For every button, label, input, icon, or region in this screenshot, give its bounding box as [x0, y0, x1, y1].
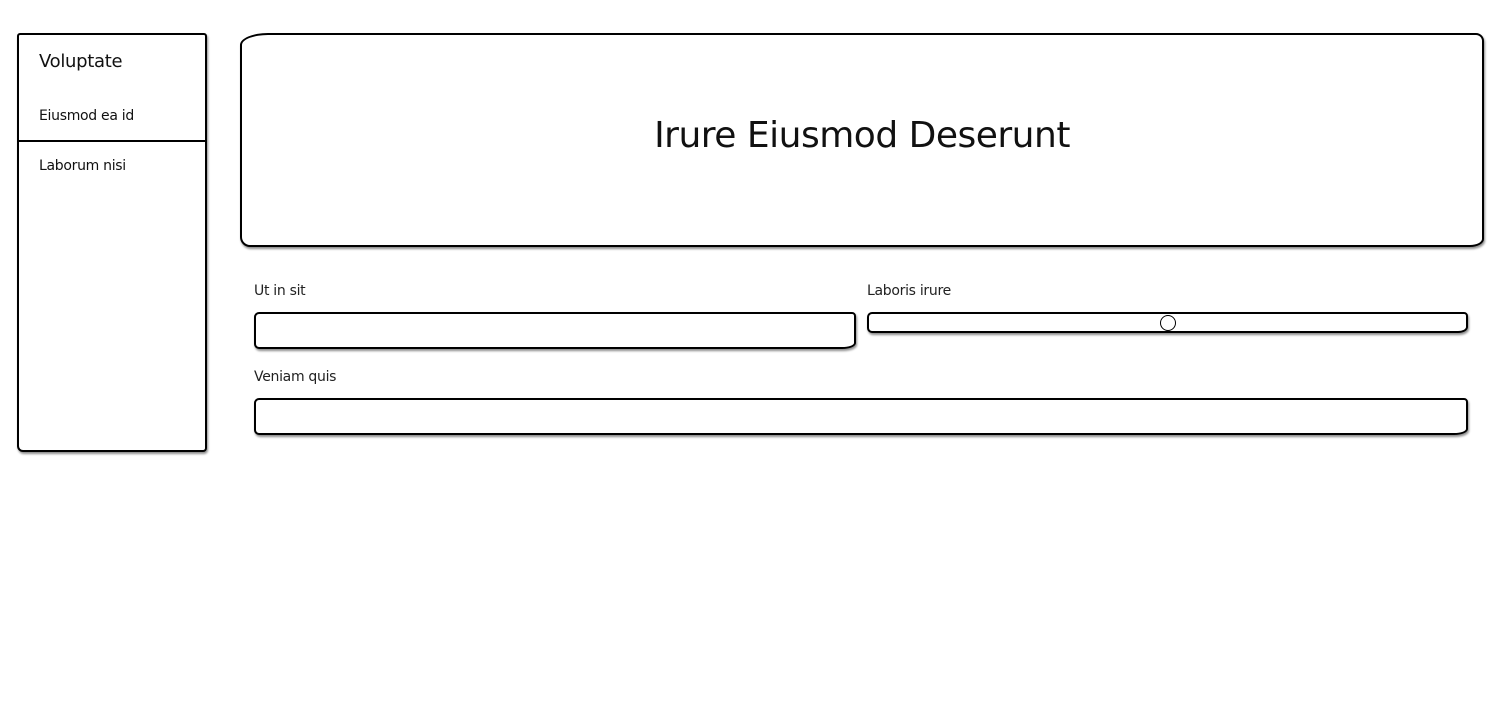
- sidebar-divider: [19, 140, 205, 142]
- sidebar-title: Voluptate: [39, 51, 123, 72]
- sidebar: Voluptate Eiusmod ea id Laborum nisi: [17, 33, 207, 452]
- field-label-ut-in-sit: Ut in sit: [254, 283, 306, 299]
- field-label-veniam-quis: Veniam quis: [254, 369, 337, 385]
- veniam-quis-input[interactable]: [254, 398, 1468, 435]
- ut-in-sit-input[interactable]: [254, 312, 856, 349]
- header-card: Irure Eiusmod Deserunt: [240, 33, 1484, 247]
- page-title: Irure Eiusmod Deserunt: [654, 115, 1070, 156]
- sidebar-item-laborum-nisi[interactable]: Laborum nisi: [39, 158, 126, 174]
- slider-thumb[interactable]: [1159, 314, 1176, 331]
- laboris-irure-slider[interactable]: [867, 312, 1468, 333]
- field-label-laboris-irure: Laboris irure: [867, 283, 951, 299]
- sidebar-item-eiusmod-ea-id[interactable]: Eiusmod ea id: [39, 108, 134, 124]
